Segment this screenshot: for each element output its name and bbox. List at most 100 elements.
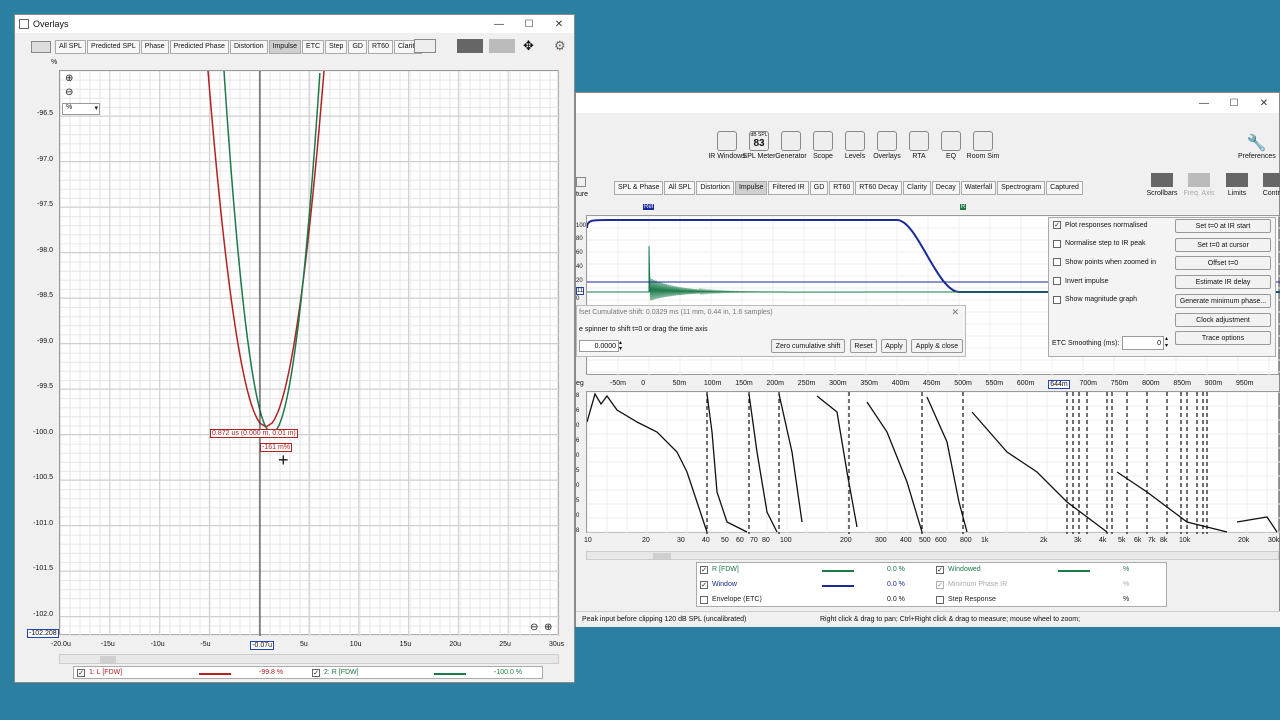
legend-checkbox[interactable]: ✓ bbox=[77, 669, 85, 677]
preferences-tool[interactable]: 🔧 Preferences bbox=[1238, 133, 1276, 160]
overlays-h-scrollbar[interactable] bbox=[59, 654, 559, 664]
tab-all-spl[interactable]: All SPL bbox=[55, 40, 86, 54]
maximize-icon[interactable]: ☐ bbox=[1219, 98, 1249, 109]
tab-predicted-phase[interactable]: Predicted Phase bbox=[169, 40, 229, 54]
checkbox[interactable]: ✓ bbox=[1053, 221, 1061, 229]
scrollbars-icon[interactable] bbox=[457, 39, 483, 53]
minimize-icon[interactable]: — bbox=[1189, 98, 1219, 109]
minimize-icon[interactable]: — bbox=[484, 19, 514, 30]
freq-tick-label: 200 bbox=[840, 537, 852, 544]
main-h-scrollbar[interactable] bbox=[586, 551, 1279, 560]
tab-phase[interactable]: Phase bbox=[140, 40, 169, 54]
r-marker[interactable]: R bbox=[960, 204, 967, 210]
camera-icon[interactable] bbox=[31, 41, 51, 53]
zoom-out-icon[interactable]: ⊖ bbox=[65, 87, 73, 98]
tab-impulse[interactable]: Impulse bbox=[268, 40, 302, 54]
tab-decay[interactable]: Decay bbox=[931, 181, 960, 195]
freq-tick-label: 800 bbox=[960, 537, 972, 544]
clock-adjustment-button[interactable]: Clock adjustment bbox=[1175, 312, 1271, 327]
legend-checkbox[interactable] bbox=[700, 596, 708, 604]
tool-freq-axis[interactable]: Freq. Axis bbox=[1181, 173, 1217, 197]
apply-close-button[interactable]: Apply & close bbox=[911, 339, 963, 353]
close-icon[interactable]: ✕ bbox=[1249, 98, 1279, 109]
overlays-legend: ✓ 1: L [FDW] -99.8 % ✓ 2: R [FDW] -100.0 % bbox=[73, 666, 543, 679]
tab-predicted-spl[interactable]: Predicted SPL bbox=[86, 40, 140, 54]
tab-waterfall[interactable]: Waterfall bbox=[960, 181, 997, 195]
scroll-thumb[interactable] bbox=[653, 553, 671, 559]
tab-gd[interactable]: GD bbox=[348, 40, 367, 54]
tab-spl-phase[interactable]: SPL & Phase bbox=[614, 181, 664, 195]
impulse-y-label: 20 bbox=[576, 278, 583, 284]
tab-gd[interactable]: GD bbox=[809, 181, 829, 195]
freq-axis-icon[interactable] bbox=[489, 39, 515, 53]
tab-captured[interactable]: Captured bbox=[1046, 181, 1083, 195]
y-tick-label: -100.0 bbox=[33, 428, 53, 436]
y-bottom-readout: -102.208 bbox=[27, 629, 59, 638]
trace-options-button[interactable]: Trace options bbox=[1175, 331, 1271, 346]
tab-distortion[interactable]: Distortion bbox=[229, 40, 268, 54]
legend-checkbox[interactable]: ✓ bbox=[936, 581, 944, 589]
ref-marker[interactable]: Ref bbox=[643, 204, 655, 210]
checkbox[interactable] bbox=[1053, 258, 1061, 267]
offset-t-0-button[interactable]: Offset t=0 bbox=[1175, 256, 1271, 271]
overlays-plot[interactable]: ⊕ ⊖ % ▾ 0.872 us (0.000 m, 0.01 in) -161… bbox=[59, 70, 560, 636]
tab-filtered-ir[interactable]: Filtered IR bbox=[768, 181, 809, 195]
scroll-thumb[interactable] bbox=[100, 656, 116, 663]
etc-smoothing-input[interactable] bbox=[1122, 336, 1164, 350]
option-invert-impulse[interactable]: Invert impulse bbox=[1053, 277, 1109, 286]
close-icon[interactable]: ✕ bbox=[544, 19, 574, 30]
tool-room-sim[interactable]: Room Sim bbox=[962, 131, 1004, 160]
set-t-0-at-ir-start-button[interactable]: Set t=0 at IR start bbox=[1175, 219, 1271, 233]
close-icon[interactable]: ✕ bbox=[951, 307, 959, 318]
limits-icon[interactable]: ✥ bbox=[523, 38, 534, 54]
legend-checkbox[interactable]: ✓ bbox=[312, 669, 320, 677]
phase-plot[interactable] bbox=[586, 391, 1280, 534]
tab-etc[interactable]: ETC bbox=[302, 40, 325, 54]
tab-clarity[interactable]: Clarity bbox=[903, 181, 931, 195]
checkbox[interactable] bbox=[1053, 239, 1061, 248]
tool-scrollbars[interactable]: Scrollbars bbox=[1144, 173, 1180, 197]
maximize-icon[interactable]: ☐ bbox=[514, 19, 544, 30]
set-t-0-at-cursor-button[interactable]: Set t=0 at cursor bbox=[1175, 237, 1271, 252]
curve-tool-icon[interactable] bbox=[414, 39, 436, 53]
option-show-points-when-zoomed-in[interactable]: Show points when zoomed in bbox=[1053, 258, 1156, 267]
option-show-magnitude-graph[interactable]: Show magnitude graph bbox=[1053, 295, 1137, 304]
tab-distortion[interactable]: Distortion bbox=[696, 181, 734, 195]
scrollbars-icon bbox=[1151, 173, 1173, 187]
legend-checkbox[interactable]: ✓ bbox=[700, 581, 708, 589]
option-normalise-step-to-ir-peak[interactable]: Normalise step to IR peak bbox=[1053, 239, 1146, 248]
x-tick-label[interactable]: -0.07u bbox=[250, 641, 275, 650]
zero-cumulative-shift-button[interactable]: Zero cumulative shift bbox=[771, 339, 845, 353]
zoom-in-icon[interactable]: ⊕ bbox=[65, 73, 73, 84]
tool-label: RTA bbox=[912, 153, 926, 160]
generate-minimum-phase--button[interactable]: Generate minimum phase... bbox=[1175, 293, 1271, 308]
tool-control[interactable]: Control bbox=[1256, 173, 1280, 197]
legend-checkbox[interactable]: ✓ bbox=[700, 566, 708, 574]
tab-rt60-decay[interactable]: RT60 Decay bbox=[855, 181, 903, 195]
tab-step[interactable]: Step bbox=[325, 40, 348, 54]
capture-icon[interactable] bbox=[576, 177, 586, 187]
tab-impulse[interactable]: Impulse bbox=[734, 181, 768, 195]
spinner-arrows-icon[interactable]: ▴ ▾ bbox=[619, 340, 622, 352]
tool-limits[interactable]: Limits bbox=[1219, 173, 1255, 197]
tab-all-spl[interactable]: All SPL bbox=[664, 181, 696, 195]
apply-button[interactable]: Apply bbox=[881, 339, 907, 353]
estimate-ir-delay-button[interactable]: Estimate IR delay bbox=[1175, 275, 1271, 290]
option-plot-responses-normalised[interactable]: ✓ Plot responses normalised bbox=[1053, 221, 1148, 229]
tab-spectrogram[interactable]: Spectrogram bbox=[997, 181, 1046, 195]
option-label: Normalise step to IR peak bbox=[1065, 240, 1146, 248]
spinner-arrows-icon[interactable]: ▴ ▾ bbox=[1165, 336, 1168, 350]
tab-rt60[interactable]: RT60 bbox=[829, 181, 855, 195]
offset-spinner[interactable] bbox=[579, 340, 619, 352]
tab-rt60[interactable]: RT60 bbox=[367, 40, 393, 54]
left-tool-label: ture bbox=[576, 191, 589, 198]
zoom-out-bottom-icon[interactable]: ⊖ bbox=[530, 622, 538, 633]
checkbox[interactable] bbox=[1053, 277, 1061, 286]
checkbox[interactable] bbox=[1053, 295, 1061, 304]
legend-checkbox[interactable] bbox=[936, 596, 944, 604]
unit-select[interactable]: % ▾ bbox=[62, 103, 100, 115]
gear-icon[interactable]: ⚙ bbox=[554, 38, 566, 54]
zoom-in-bottom-icon[interactable]: ⊕ bbox=[544, 622, 552, 633]
reset-button[interactable]: Reset bbox=[850, 339, 877, 353]
legend-checkbox[interactable]: ✓ bbox=[936, 566, 944, 574]
